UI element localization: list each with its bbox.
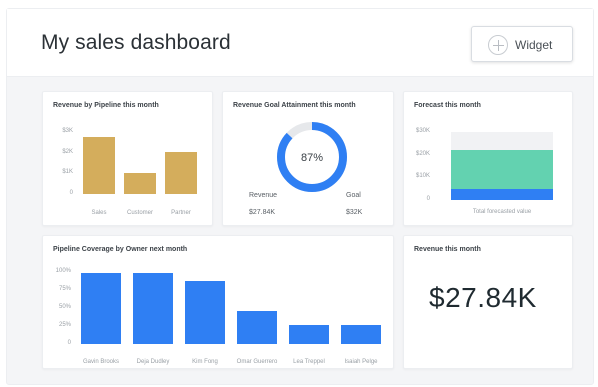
chart-bar [81, 273, 121, 344]
x-category-label: Kim Fong [192, 359, 218, 365]
revenue-big-number: $27.84K [429, 282, 537, 313]
x-category-label: Total forecasted value [472, 209, 532, 215]
chart-bar [341, 324, 381, 344]
page-title: My sales dashboard [41, 31, 231, 54]
card-title: Revenue this month [414, 246, 481, 253]
y-tick-label: $20K [415, 150, 430, 157]
x-category-label: Gavin Brooks [82, 359, 119, 365]
x-category-label: Sales [91, 210, 107, 216]
pipeline-coverage-card[interactable]: Pipeline Coverage by Owner next month 10… [42, 235, 394, 369]
card-title: Forecast this month [414, 102, 481, 109]
add-widget-label: Widget [515, 38, 553, 52]
add-widget-button[interactable]: Widget [471, 26, 573, 62]
revenue-label: Revenue [249, 192, 278, 199]
dashboard-header: My sales dashboard Widget [7, 9, 593, 77]
revenue-this-month-card[interactable]: Revenue this month $27.84K [403, 235, 573, 369]
goal-value: $32K [346, 209, 363, 216]
y-tick-label: 0 [426, 196, 430, 202]
x-category-label: Omar Guerrero [236, 359, 278, 365]
revenue-by-pipeline-card[interactable]: Revenue by Pipeline this month $3K $2K $1K… [42, 91, 213, 226]
card-title: Revenue by Pipeline this month [53, 102, 159, 109]
goal-percent-label: 87% [301, 152, 323, 164]
x-category-label: Customer [126, 210, 153, 216]
forecast-bar-segment [451, 150, 553, 189]
plus-circle-icon [488, 35, 508, 55]
chart-bar [165, 151, 197, 194]
y-tick-label: 100% [55, 268, 71, 274]
card-title: Pipeline Coverage by Owner next month [53, 246, 188, 253]
y-tick-label: 75% [58, 286, 71, 292]
revenue-value: $27.84K [249, 209, 276, 216]
goal-donut-chart: 87% [277, 122, 347, 192]
card-title: Revenue Goal Attainment this month [233, 102, 356, 109]
chart-bar [83, 137, 115, 194]
y-tick-label: 0 [67, 340, 71, 346]
chart-bar [133, 273, 173, 344]
y-tick-label: 0 [69, 190, 73, 196]
y-tick-label: 25% [58, 322, 71, 328]
chart-bar [185, 280, 225, 344]
revenue-goal-card[interactable]: Revenue Goal Attainment this month 87% R… [222, 91, 394, 226]
forecast-bar-segment [451, 188, 553, 200]
y-tick-label: $10K [415, 173, 430, 180]
y-tick-label: $1K [62, 169, 73, 176]
x-category-label: Lea Treppel [293, 359, 325, 365]
y-tick-label: $3K [62, 128, 73, 134]
y-tick-label: 50% [58, 304, 71, 310]
x-category-label: Partner [171, 210, 191, 216]
x-category-label: Isaiah Pelge [344, 359, 378, 365]
forecast-card[interactable]: Forecast this month $30K $20K $10K 0 Total f… [403, 91, 573, 226]
y-tick-label: $2K [62, 148, 73, 155]
x-category-label: Deja Dudley [136, 359, 170, 365]
dashboard-frame: My sales dashboard Widget Revenue by Pip… [6, 8, 594, 385]
chart-bar [124, 173, 156, 194]
chart-bar [237, 310, 277, 344]
goal-label: Goal [346, 192, 361, 199]
y-tick-label: $30K [415, 128, 430, 134]
chart-bar [289, 324, 329, 344]
